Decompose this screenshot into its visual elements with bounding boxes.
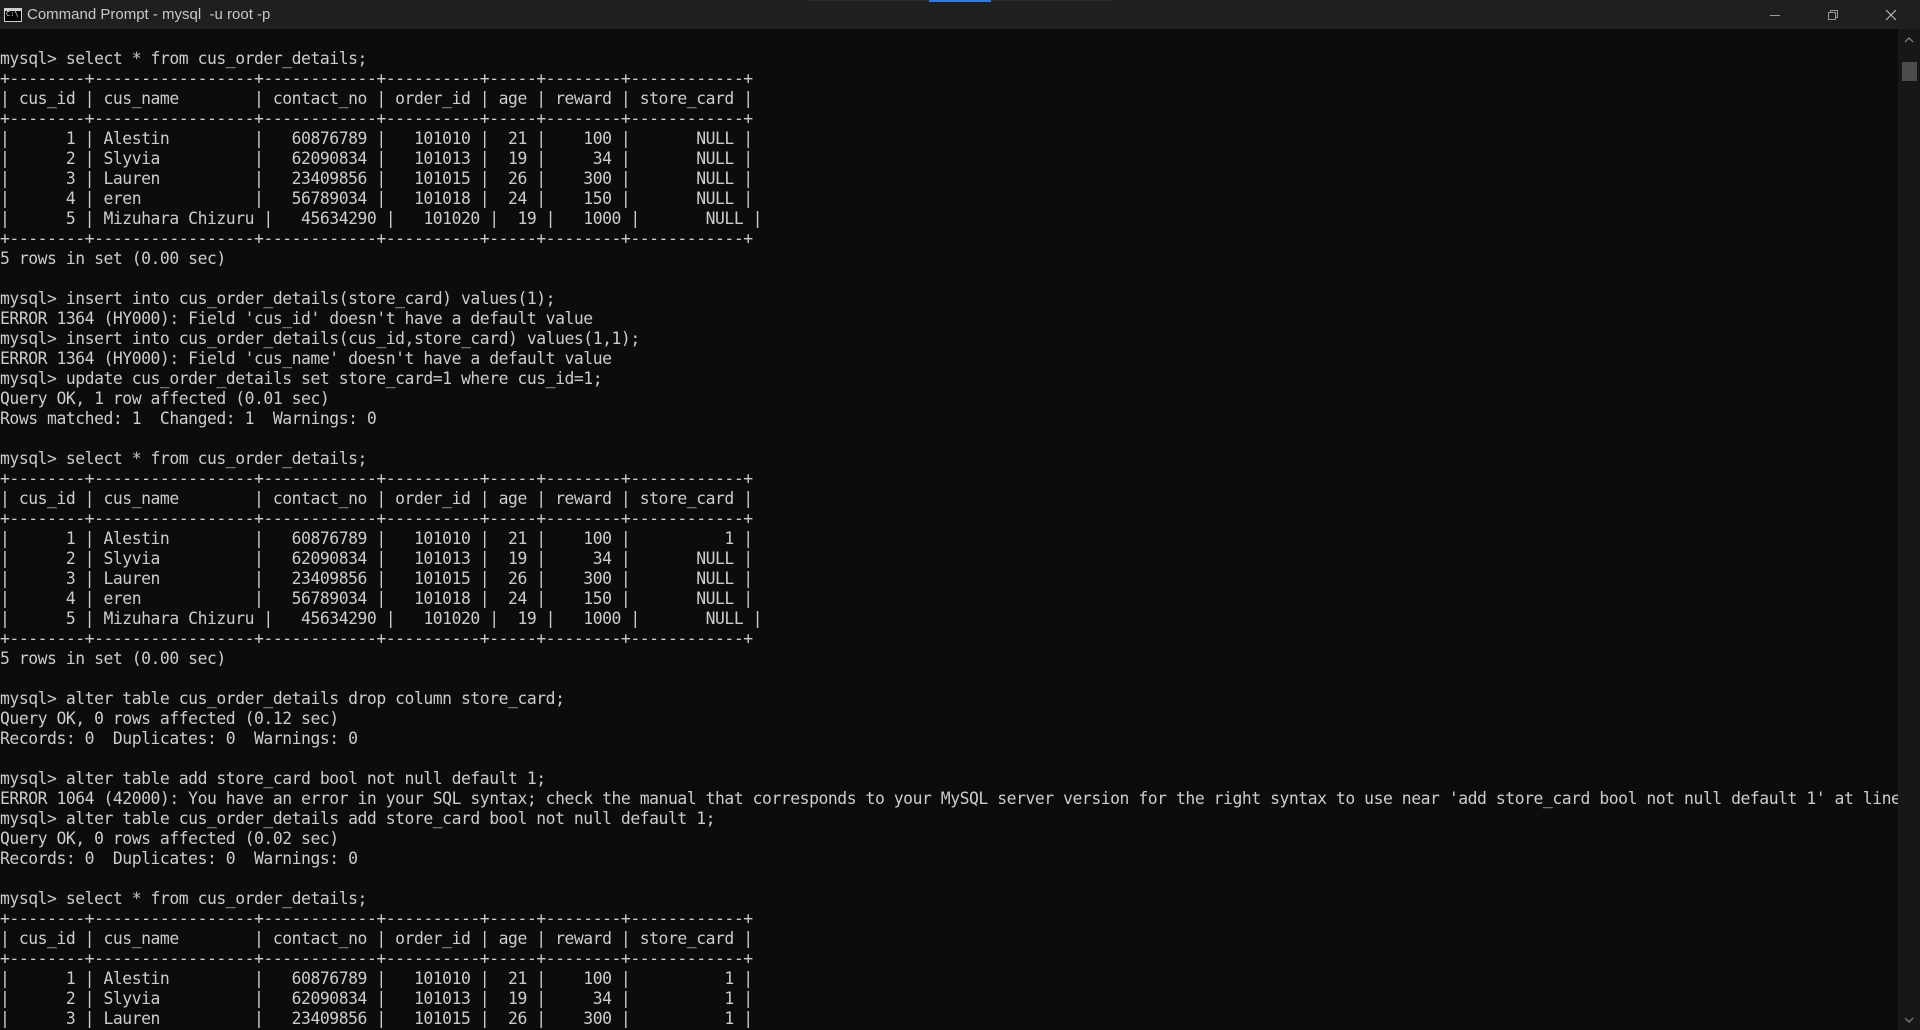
scroll-up-arrow-icon — [1904, 36, 1914, 42]
console-line: +--------+-----------------+------------… — [0, 629, 753, 648]
console-line: mysql> insert into cus_order_details(cus… — [0, 329, 640, 348]
console-line: Query OK, 0 rows affected (0.02 sec) — [0, 829, 339, 848]
minimize-icon — [1770, 14, 1780, 16]
console-line: mysql> select * from cus_order_details; — [0, 449, 367, 468]
title-bar[interactable]: C:\ Command Prompt - mysql -u root -p — [0, 0, 1920, 29]
console-line: | 4 | eren | 56789034 | 101018 | 24 | 15… — [0, 189, 753, 208]
console-line: ERROR 1064 (42000): You have an error in… — [0, 789, 1898, 808]
window-controls — [1746, 0, 1920, 29]
console-line: 5 rows in set (0.00 sec) — [0, 249, 226, 268]
console-line: | 3 | Lauren | 23409856 | 101015 | 26 | … — [0, 169, 753, 188]
console-line: +--------+-----------------+------------… — [0, 69, 753, 88]
console-line: Records: 0 Duplicates: 0 Warnings: 0 — [0, 729, 358, 748]
console-line: | 1 | Alestin | 60876789 | 101010 | 21 |… — [0, 129, 753, 148]
console-line: mysql> alter table add store_card bool n… — [0, 769, 546, 788]
console-line: | 2 | Slyvia | 62090834 | 101013 | 19 | … — [0, 989, 753, 1008]
restore-button[interactable] — [1804, 0, 1862, 29]
close-icon — [1885, 9, 1897, 20]
console-line: | 2 | Slyvia | 62090834 | 101013 | 19 | … — [0, 549, 753, 568]
console-line: | 5 | Mizuhara Chizuru | 45634290 | 1010… — [0, 609, 763, 628]
console-line: Records: 0 Duplicates: 0 Warnings: 0 — [0, 849, 358, 868]
scroll-up-button[interactable] — [1898, 29, 1920, 49]
console-line: mysql> select * from cus_order_details; — [0, 49, 367, 68]
console-line: | 2 | Slyvia | 62090834 | 101013 | 19 | … — [0, 149, 753, 168]
scroll-down-button[interactable] — [1898, 1010, 1920, 1030]
window-title: Command Prompt - mysql -u root -p — [27, 6, 271, 23]
console-line: +--------+-----------------+------------… — [0, 229, 753, 248]
title-bar-indicator-active — [929, 0, 991, 2]
console-line: | 1 | Alestin | 60876789 | 101010 | 21 |… — [0, 969, 753, 988]
console-line: | 3 | Lauren | 23409856 | 101015 | 26 | … — [0, 1009, 753, 1028]
restore-icon — [1828, 9, 1838, 20]
console-line: ERROR 1364 (HY000): Field 'cus_name' doe… — [0, 349, 612, 368]
console-line: mysql> alter table cus_order_details add… — [0, 809, 716, 828]
console-line: +--------+-----------------+------------… — [0, 469, 753, 488]
console-line: Rows matched: 1 Changed: 1 Warnings: 0 — [0, 409, 377, 428]
minimize-button[interactable] — [1746, 0, 1804, 29]
vertical-scrollbar[interactable] — [1898, 29, 1920, 1030]
console-line: mysql> insert into cus_order_details(sto… — [0, 289, 556, 308]
console-line: +--------+-----------------+------------… — [0, 509, 753, 528]
console-line: | cus_id | cus_name | contact_no | order… — [0, 89, 753, 108]
console-line: +--------+-----------------+------------… — [0, 909, 753, 928]
command-prompt-window: C:\ Command Prompt - mysql -u root -p my… — [0, 0, 1920, 1030]
command-prompt-app-icon[interactable]: C:\ — [4, 7, 22, 22]
console-line: | 3 | Lauren | 23409856 | 101015 | 26 | … — [0, 569, 753, 588]
console-line: | cus_id | cus_name | contact_no | order… — [0, 929, 753, 948]
console-line: mysql> update cus_order_details set stor… — [0, 369, 603, 388]
console-line: ERROR 1364 (HY000): Field 'cus_id' doesn… — [0, 309, 593, 328]
console-line: mysql> alter table cus_order_details dro… — [0, 689, 565, 708]
scrollbar-thumb[interactable] — [1902, 62, 1917, 81]
console-line: | 4 | eren | 56789034 | 101018 | 24 | 15… — [0, 589, 753, 608]
console-output[interactable]: mysql> select * from cus_order_details; +… — [0, 29, 1898, 1030]
close-button[interactable] — [1862, 0, 1920, 29]
console-line: | 5 | Mizuhara Chizuru | 45634290 | 1010… — [0, 209, 763, 228]
console-line: | 1 | Alestin | 60876789 | 101010 | 21 |… — [0, 529, 753, 548]
title-bar-indicator-right — [991, 0, 1114, 1]
scroll-down-arrow-icon — [1904, 1017, 1914, 1023]
title-bar-indicator-left — [806, 0, 929, 1]
console-line: mysql> select * from cus_order_details; — [0, 889, 367, 908]
console-line: | cus_id | cus_name | contact_no | order… — [0, 489, 753, 508]
console-line: +--------+-----------------+------------… — [0, 949, 753, 968]
console-line: +--------+-----------------+------------… — [0, 109, 753, 128]
console-line: Query OK, 0 rows affected (0.12 sec) — [0, 709, 339, 728]
console-line: Query OK, 1 row affected (0.01 sec) — [0, 389, 330, 408]
console-line: 5 rows in set (0.00 sec) — [0, 649, 226, 668]
